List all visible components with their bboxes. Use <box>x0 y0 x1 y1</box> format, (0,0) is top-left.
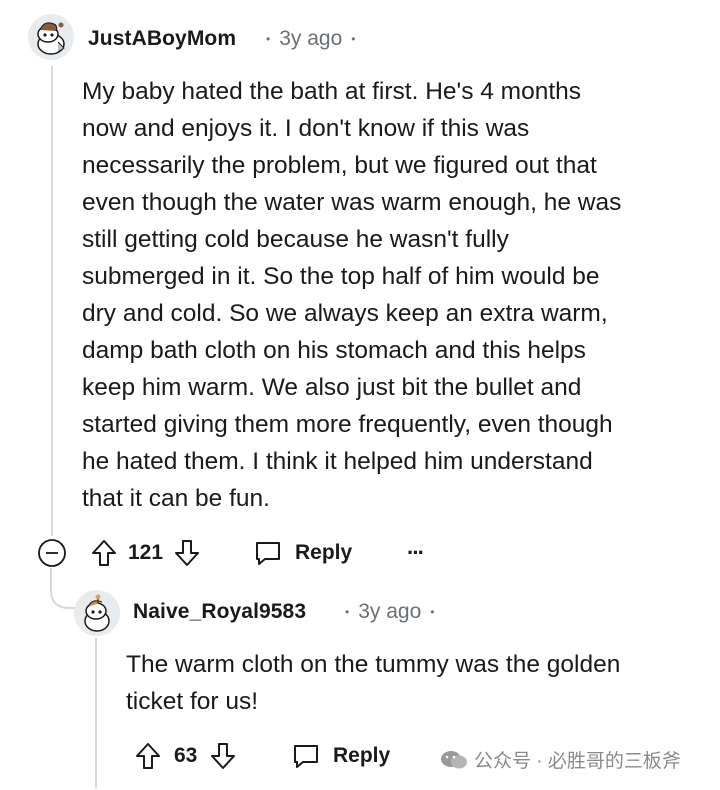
separator-dot: • <box>266 32 271 46</box>
reply-label: Reply <box>333 744 391 767</box>
vote-count: 63 <box>174 744 198 767</box>
arrow-down-icon <box>175 540 200 566</box>
minus-circle-icon <box>38 539 66 567</box>
thread-line[interactable] <box>51 66 53 536</box>
comment-timestamp: 3y ago <box>279 27 343 50</box>
comment-meta: • 3y ago • <box>345 600 434 624</box>
comment-body: My baby hated the bath at first. He's 4 … <box>82 78 622 512</box>
downvote-button[interactable] <box>209 741 237 771</box>
reply-button[interactable]: Reply <box>291 741 390 771</box>
snoo-avatar-icon <box>28 14 74 60</box>
comment-meta: • 3y ago • <box>266 27 355 51</box>
reply-button[interactable]: Reply <box>253 538 352 568</box>
avatar[interactable] <box>28 14 74 60</box>
reply-label: Reply <box>295 541 353 564</box>
comment-author[interactable]: Naive_Royal9583 <box>133 600 306 624</box>
separator-dot: • <box>430 605 435 619</box>
avatar[interactable] <box>74 590 120 636</box>
arrow-down-icon <box>211 743 236 769</box>
vote-group: 121 <box>90 538 201 568</box>
reply-thread-line[interactable] <box>95 638 97 788</box>
comment-body: The warm cloth on the tummy was the gold… <box>126 651 621 715</box>
separator-dot: • <box>351 32 356 46</box>
more-options-button[interactable]: ··· <box>407 540 425 566</box>
snoo-avatar-icon <box>74 590 120 636</box>
vote-group: 63 <box>134 741 237 771</box>
comment-timestamp: 3y ago <box>358 600 422 623</box>
wechat-icon <box>441 750 467 768</box>
downvote-button[interactable] <box>173 538 201 568</box>
speech-bubble-icon <box>256 542 280 565</box>
speech-bubble-icon <box>294 745 318 768</box>
watermark-text: 公众号 · 必胜哥的三板斧 <box>474 751 681 772</box>
separator-dot: • <box>345 605 350 619</box>
upvote-button[interactable] <box>134 741 162 771</box>
comment-author[interactable]: JustABoyMom <box>88 27 236 51</box>
arrow-up-icon <box>92 540 116 566</box>
vote-count: 121 <box>128 541 164 564</box>
watermark: 公众号 · 必胜哥的三板斧 <box>440 746 681 773</box>
arrow-up-icon <box>136 743 160 769</box>
collapse-button[interactable] <box>37 538 67 568</box>
upvote-button[interactable] <box>90 538 118 568</box>
